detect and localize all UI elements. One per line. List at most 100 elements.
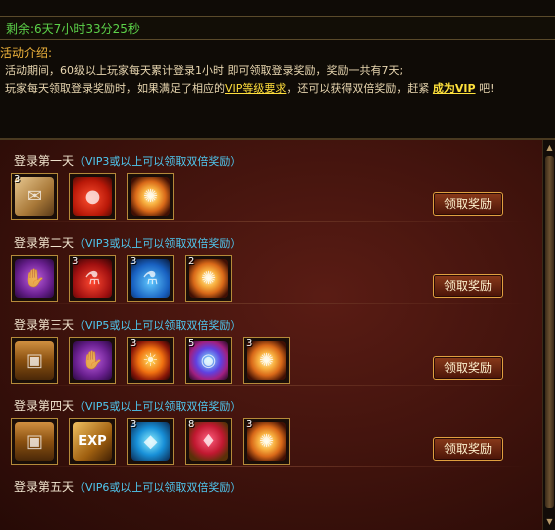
item-count: 8 bbox=[188, 419, 195, 430]
firework-icon: ✺ bbox=[247, 422, 286, 461]
reward-item-slot[interactable]: ◉ 5 bbox=[185, 337, 232, 384]
glove-icon: ✋ bbox=[15, 259, 54, 298]
red-potion-icon: ⚗ bbox=[73, 259, 112, 298]
item-glyph: ● bbox=[84, 186, 101, 207]
item-glyph: ✋ bbox=[81, 350, 104, 371]
day-name: 登录第四天 bbox=[14, 399, 75, 413]
item-glyph: ⚗ bbox=[84, 268, 101, 289]
scrollbar[interactable]: ▲ ▼ bbox=[542, 140, 555, 530]
chest-icon: ▣ bbox=[15, 422, 54, 461]
apple-icon: ● bbox=[73, 177, 112, 216]
egg-icon: ◆ bbox=[131, 422, 170, 461]
become-vip-link[interactable]: 成为VIP bbox=[433, 82, 476, 95]
reward-item-slot[interactable]: EXP bbox=[69, 418, 116, 465]
countdown-bar: 剩余:6天7小时33分25秒 bbox=[0, 16, 555, 40]
item-count: 2 bbox=[188, 256, 195, 267]
intro-line-1-text: 、活动期间，60级以上玩家每天累计登录1小时 即可领取登录奖励，奖励一共有7天; bbox=[0, 64, 404, 77]
reward-item-slot[interactable]: ◆ 3 bbox=[127, 418, 174, 465]
item-count: 5 bbox=[188, 338, 195, 349]
item-glyph: ✺ bbox=[258, 350, 275, 371]
reward-item-slot[interactable]: ♦ 8 bbox=[185, 418, 232, 465]
glove-icon: ✋ bbox=[73, 341, 112, 380]
item-count: 3 bbox=[246, 419, 253, 430]
reward-day-title: 登录第一天（VIP3或以上可以领取双倍奖励） bbox=[14, 152, 241, 169]
reward-item-slot[interactable]: ● bbox=[69, 173, 116, 220]
intro-line-1: 、活动期间，60级以上玩家每天累计登录1小时 即可领取登录奖励，奖励一共有7天; bbox=[0, 62, 403, 78]
scroll-icon: ✉ bbox=[15, 177, 54, 216]
firework-icon: ✺ bbox=[247, 341, 286, 380]
item-glyph: ▣ bbox=[25, 431, 43, 452]
intro-line-2: 、玩家每天领取登录奖励时，如果满足了相应的VIP等级要求，还可以获得双倍奖励，赶… bbox=[0, 80, 495, 96]
chest-icon: ▣ bbox=[15, 341, 54, 380]
reward-item-slot[interactable]: ▣ bbox=[11, 418, 58, 465]
reward-day-title: 登录第五天（VIP6或以上可以领取双倍奖励） bbox=[14, 478, 241, 495]
sun-icon: ☀ bbox=[131, 341, 170, 380]
vip-double-requirement: （VIP5或以上可以领取双倍奖励） bbox=[74, 319, 242, 332]
reward-list[interactable]: 登录第一天（VIP3或以上可以领取双倍奖励） ✉ 3 ● ✺ 领取奖励 登录第二天（VIP3… bbox=[0, 140, 542, 530]
item-glyph: ⚗ bbox=[142, 268, 159, 289]
scroll-thumb[interactable] bbox=[545, 156, 554, 508]
intro-line-2-text-a: 、玩家每天领取登录奖励时，如果满足了相应的 bbox=[0, 82, 225, 95]
firework-icon: ✺ bbox=[131, 177, 170, 216]
reward-day-row: 登录第五天（VIP6或以上可以领取双倍奖励） bbox=[0, 466, 542, 530]
scroll-down-icon[interactable]: ▼ bbox=[544, 516, 555, 528]
item-count: 3 bbox=[14, 174, 21, 185]
reward-item-slot[interactable]: ⚗ 3 bbox=[127, 255, 174, 302]
gem-icon: ♦ bbox=[189, 422, 228, 461]
item-glyph: ☀ bbox=[142, 350, 159, 371]
claim-reward-button[interactable]: 领取奖励 bbox=[433, 356, 503, 380]
reward-item-slot[interactable]: ✋ bbox=[11, 255, 58, 302]
item-glyph: ▣ bbox=[25, 350, 43, 371]
item-glyph: ◉ bbox=[200, 350, 217, 371]
item-count: 3 bbox=[130, 256, 137, 267]
reward-item-slot[interactable]: ✺ bbox=[127, 173, 174, 220]
item-glyph: ✉ bbox=[26, 186, 43, 207]
item-count: 3 bbox=[130, 338, 137, 349]
reward-item-slot[interactable]: ✺ 3 bbox=[243, 337, 290, 384]
orb-icon: ◉ bbox=[189, 341, 228, 380]
day-name: 登录第二天 bbox=[14, 236, 75, 250]
vip-double-requirement: （VIP3或以上可以领取双倍奖励） bbox=[74, 237, 242, 250]
reward-day-title: 登录第四天（VIP5或以上可以领取双倍奖励） bbox=[14, 397, 241, 414]
reward-day-row: 登录第三天（VIP5或以上可以领取双倍奖励） ▣ ✋ ☀ 3 ◉ 5 ✺ 3 领取奖励 bbox=[0, 304, 542, 386]
intro-line-2-text-c: 吧! bbox=[479, 82, 495, 95]
item-count: 3 bbox=[72, 256, 79, 267]
scroll-up-icon[interactable]: ▲ bbox=[544, 142, 555, 154]
claim-reward-button[interactable]: 领取奖励 bbox=[433, 274, 503, 298]
reward-item-slot[interactable]: ☀ 3 bbox=[127, 337, 174, 384]
blue-potion-icon: ⚗ bbox=[131, 259, 170, 298]
item-count: 3 bbox=[246, 338, 253, 349]
reward-day-row: 登录第二天（VIP3或以上可以领取双倍奖励） ✋ ⚗ 3 ⚗ 3 ✺ 2 领取奖励 bbox=[0, 222, 542, 304]
reward-day-title: 登录第二天（VIP3或以上可以领取双倍奖励） bbox=[14, 234, 241, 251]
firework-icon: ✺ bbox=[189, 259, 228, 298]
day-name: 登录第一天 bbox=[14, 154, 75, 168]
item-glyph: ✺ bbox=[258, 431, 275, 452]
claim-reward-button[interactable]: 领取奖励 bbox=[433, 437, 503, 461]
item-glyph: ✺ bbox=[200, 268, 217, 289]
vip-double-requirement: （VIP5或以上可以领取双倍奖励） bbox=[74, 400, 242, 413]
intro-title: 活动介绍: bbox=[0, 46, 53, 60]
reward-day-title: 登录第三天（VIP5或以上可以领取双倍奖励） bbox=[14, 316, 241, 333]
day-name: 登录第三天 bbox=[14, 318, 75, 332]
item-glyph: ✺ bbox=[142, 186, 159, 207]
exp-icon: EXP bbox=[73, 422, 112, 461]
countdown-text: 剩余:6天7小时33分25秒 bbox=[6, 22, 140, 36]
vip-double-requirement: （VIP6或以上可以领取双倍奖励） bbox=[74, 481, 242, 494]
item-count: 3 bbox=[130, 419, 137, 430]
reward-item-slot[interactable]: ✉ 3 bbox=[11, 173, 58, 220]
vip-requirement-text: VIP等级要求 bbox=[225, 82, 287, 95]
item-glyph: ◆ bbox=[143, 431, 158, 452]
vip-double-requirement: （VIP3或以上可以领取双倍奖励） bbox=[74, 155, 242, 168]
reward-item-slot[interactable]: ▣ bbox=[11, 337, 58, 384]
reward-item-slot[interactable]: ✺ 3 bbox=[243, 418, 290, 465]
claim-reward-button[interactable]: 领取奖励 bbox=[433, 192, 503, 216]
reward-item-slot[interactable]: ✺ 2 bbox=[185, 255, 232, 302]
reward-item-slot[interactable]: ⚗ 3 bbox=[69, 255, 116, 302]
reward-day-row: 登录第一天（VIP3或以上可以领取双倍奖励） ✉ 3 ● ✺ 领取奖励 bbox=[0, 140, 542, 222]
intro-line-2-text-b: ，还可以获得双倍奖励，赶紧 bbox=[286, 82, 430, 95]
reward-item-slot[interactable]: ✋ bbox=[69, 337, 116, 384]
item-glyph: ♦ bbox=[200, 431, 217, 452]
reward-day-row: 登录第四天（VIP5或以上可以领取双倍奖励） ▣ EXP ◆ 3 ♦ 8 ✺ 3 领取奖励 bbox=[0, 385, 542, 467]
day-name: 登录第五天 bbox=[14, 480, 75, 494]
item-glyph: ✋ bbox=[23, 268, 46, 289]
